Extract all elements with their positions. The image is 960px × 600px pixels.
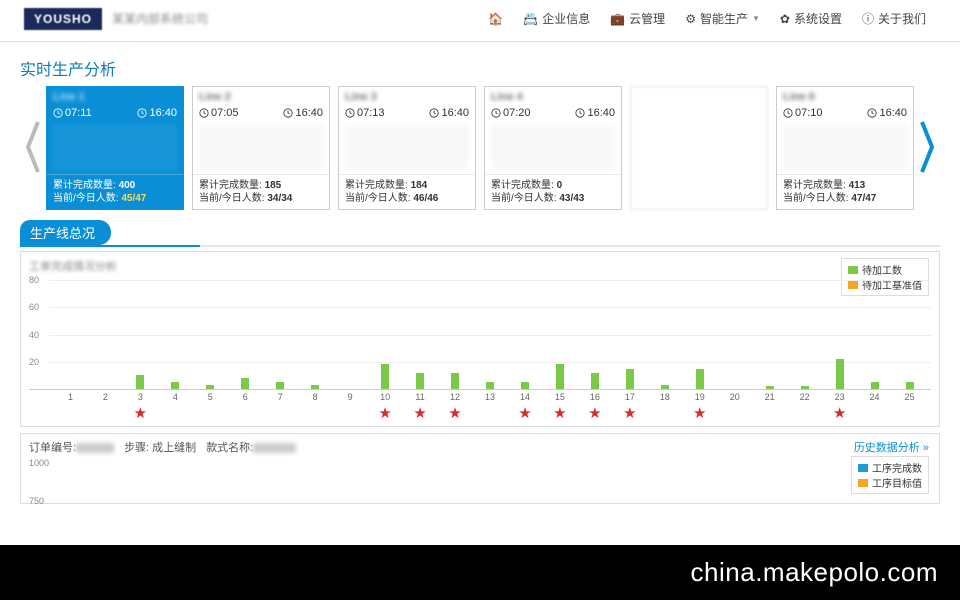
nav-icon: ⚙ <box>685 12 696 26</box>
card-title: Line 2 <box>193 87 329 105</box>
card-body <box>345 125 469 170</box>
production-card-2[interactable]: Line 307:1316:40 累计完成数量: 184当前/今日人数: 46/4… <box>338 86 476 210</box>
chart1-x-axis: 1234567891011121314151617181920212223242… <box>53 390 927 404</box>
nav-label: 系统设置 <box>794 10 842 27</box>
bar-5 <box>206 385 214 389</box>
tab-overview[interactable]: 生产线总况 <box>20 220 111 245</box>
chart-pending-work: 工单完成情况分析 待加工数 待加工基准值 20406080 1234567891… <box>20 251 940 427</box>
chart2-plot-area: 7501000 <box>29 459 931 501</box>
card-times: 07:1016:40 <box>777 105 913 121</box>
chart1-alert-markers: ★ ★ ★ ★ ★ ★ ★ ★ ★ ★ <box>53 404 927 422</box>
nav-icon: 🏠 <box>488 12 503 26</box>
alert-star-icon: ★ <box>553 404 566 422</box>
card-body <box>783 125 907 170</box>
section-title: 实时生产分析 <box>20 56 940 80</box>
topbar: YOUSHO 某某内部系统公司 🏠 📇 企业信息 💼 云管理 ⚙ 智能生产 ▼ ✿ 系统设置 ⓘ关于… <box>0 0 960 42</box>
nav-item-4[interactable]: ✿ 系统设置 <box>770 6 852 31</box>
nav-icon: ✿ <box>780 12 790 26</box>
production-card-1[interactable]: Line 207:0516:40 累计完成数量: 185当前/今日人数: 34/3… <box>192 86 330 210</box>
card-body <box>491 125 615 170</box>
production-card-5[interactable]: Line 607:1016:40 累计完成数量: 413当前/今日人数: 47/4… <box>776 86 914 210</box>
bar-6 <box>241 378 249 389</box>
nav-item-3[interactable]: ⚙ 智能生产 ▼ <box>675 6 770 31</box>
chart1-plot-area: 20406080 <box>29 280 931 390</box>
bar-25 <box>906 382 914 389</box>
bar-13 <box>486 382 494 389</box>
nav-icon: 📇 <box>523 12 538 26</box>
company-name: 某某内部系统公司 <box>112 10 208 27</box>
card-footer: 累计完成数量: 413当前/今日人数: 47/47 <box>777 174 913 209</box>
nav-icon: ⓘ <box>862 10 874 27</box>
card-title: Line 6 <box>777 87 913 105</box>
nav-label: 企业信息 <box>542 10 590 27</box>
nav-icon: 💼 <box>610 12 625 26</box>
card-body <box>199 125 323 170</box>
card-footer: 累计完成数量: 185当前/今日人数: 34/34 <box>193 174 329 209</box>
cards-next-arrow[interactable] <box>914 117 940 180</box>
alert-star-icon: ★ <box>413 404 426 422</box>
nav-label: 智能生产 <box>700 10 748 27</box>
top-nav: 🏠 📇 企业信息 💼 云管理 ⚙ 智能生产 ▼ ✿ 系统设置 ⓘ关于我们 <box>478 6 936 31</box>
bar-10 <box>381 364 389 389</box>
bar-19 <box>696 369 704 389</box>
nav-label: 关于我们 <box>878 10 926 27</box>
logo: YOUSHO <box>24 8 102 30</box>
bar-21 <box>766 386 774 389</box>
production-cards: Line 107:1116:40 累计完成数量: 400当前/今日人数: 45/4… <box>46 86 914 210</box>
alert-star-icon: ★ <box>378 404 391 422</box>
card-title: Line 3 <box>339 87 475 105</box>
bar-11 <box>416 373 424 389</box>
cards-prev-arrow[interactable] <box>20 117 46 180</box>
production-card-3[interactable]: Line 407:2016:40 累计完成数量: 0当前/今日人数: 43/43 <box>484 86 622 210</box>
card-footer: 累计完成数量: 0当前/今日人数: 43/43 <box>485 174 621 209</box>
bar-16 <box>591 373 599 389</box>
card-footer: 累计完成数量: 184当前/今日人数: 46/46 <box>339 174 475 209</box>
chart1-subtitle: 工单完成情况分析 <box>29 258 117 274</box>
bar-8 <box>311 385 319 389</box>
card-footer: 累计完成数量: 400当前/今日人数: 45/47 <box>47 174 183 209</box>
bar-17 <box>626 369 634 389</box>
card-body <box>53 125 177 170</box>
production-card-0[interactable]: Line 107:1116:40 累计完成数量: 400当前/今日人数: 45/4… <box>46 86 184 210</box>
chevron-down-icon: ▼ <box>752 14 760 23</box>
bar-22 <box>801 386 809 389</box>
bar-15 <box>556 364 564 389</box>
nav-label: 云管理 <box>629 10 665 27</box>
nav-item-0[interactable]: 🏠 <box>478 6 513 31</box>
alert-star-icon: ★ <box>518 404 531 422</box>
tab-bar: 生产线总况 <box>20 220 940 247</box>
nav-item-2[interactable]: 💼 云管理 <box>600 6 675 31</box>
bar-7 <box>276 382 284 389</box>
production-card-gap <box>630 86 768 210</box>
nav-item-5[interactable]: ⓘ关于我们 <box>852 6 936 31</box>
bar-3 <box>136 375 144 389</box>
bar-14 <box>521 382 529 389</box>
card-times: 07:1116:40 <box>47 105 183 121</box>
history-analysis-link[interactable]: 历史数据分析 » <box>854 439 929 455</box>
card-times: 07:0516:40 <box>193 105 329 121</box>
alert-star-icon: ★ <box>833 404 846 422</box>
card-times: 07:2016:40 <box>485 105 621 121</box>
alert-star-icon: ★ <box>588 404 601 422</box>
order-detail-chart: 订单编号:xxxx 步骤: 成上缝制 款式名称:xxxxx 历史数据分析 » 工… <box>20 433 940 504</box>
card-title: Line 4 <box>485 87 621 105</box>
bar-12 <box>451 373 459 389</box>
footer-overlay: china.makepolo.com <box>0 545 960 600</box>
nav-item-1[interactable]: 📇 企业信息 <box>513 6 600 31</box>
alert-star-icon: ★ <box>448 404 461 422</box>
card-title: Line 1 <box>47 87 183 105</box>
card-times: 07:1316:40 <box>339 105 475 121</box>
alert-star-icon: ★ <box>623 404 636 422</box>
alert-star-icon: ★ <box>693 404 706 422</box>
bar-4 <box>171 382 179 389</box>
watermark: china.makepolo.com <box>691 557 938 588</box>
bar-23 <box>836 359 844 389</box>
bar-24 <box>871 382 879 389</box>
bar-18 <box>661 385 669 389</box>
alert-star-icon: ★ <box>134 404 147 422</box>
